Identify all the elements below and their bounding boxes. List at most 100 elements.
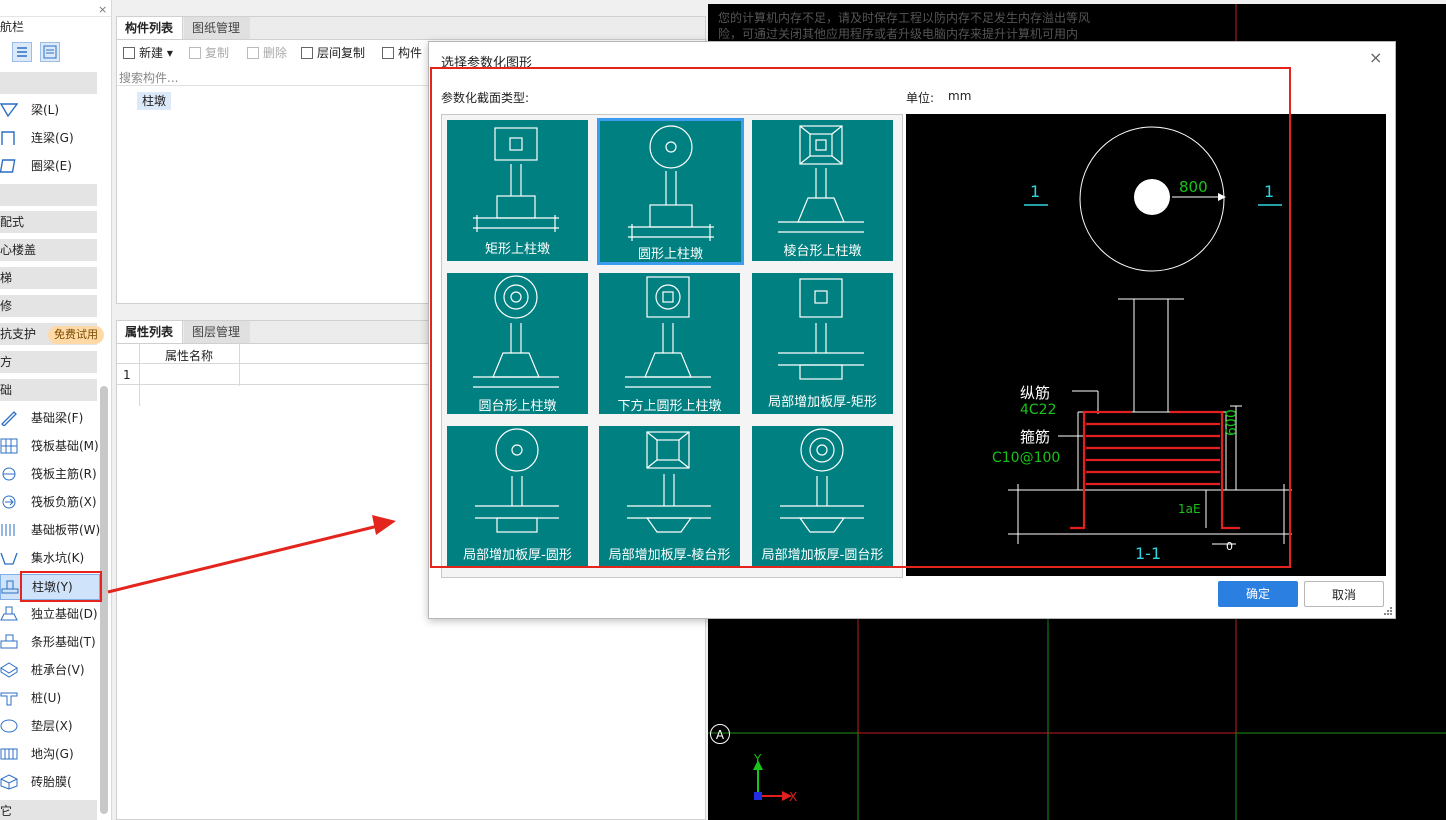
raft-main-rebar-icon <box>2 467 16 481</box>
nav-item-beam[interactable]: 梁(L) <box>0 97 100 123</box>
shape-local-thicken-cone-frustum[interactable]: 局部增加板厚-圆台形 <box>752 426 893 567</box>
tab-drawing-management[interactable]: 图纸管理 <box>184 17 250 39</box>
section-title: 1-1 <box>1135 544 1162 563</box>
anchor-length-label: 1aE <box>1178 502 1201 516</box>
row-number: 1 <box>123 368 131 382</box>
preview-drawing <box>1008 126 1292 568</box>
nav-group-blank-2[interactable] <box>0 184 97 206</box>
tab-layer-management[interactable]: 图层管理 <box>184 321 250 343</box>
component-button[interactable]: 构件 <box>382 45 422 61</box>
nav-item-foundation-beam[interactable]: 基础梁(F) <box>0 405 100 431</box>
nav-title: 导航栏 <box>0 20 25 34</box>
circle-pier-icon <box>628 125 714 241</box>
cushion-icon <box>0 719 18 733</box>
column-header-property-name: 属性名称 <box>165 349 214 363</box>
nav-item-sump-pit[interactable]: 集水坑(K) <box>0 545 100 571</box>
strip-footing-icon <box>0 634 18 649</box>
long-rebar-label: 纵筋 <box>1020 384 1051 402</box>
shape-local-thicken-frustum[interactable]: 局部增加板厚-棱台形 <box>599 426 740 567</box>
nav-group-earthwork[interactable]: 方 <box>0 351 97 373</box>
axis-marker: A <box>710 724 730 744</box>
nav-item-cushion[interactable]: 垫层(X) <box>0 713 100 739</box>
cone-frustum-pier-icon <box>473 275 559 388</box>
pile-icon <box>0 692 18 706</box>
nav-group-blank[interactable] <box>0 72 97 94</box>
sump-pit-icon <box>0 552 18 565</box>
free-trial-badge[interactable]: 免费试用 <box>48 326 104 344</box>
nav-item-trench[interactable]: 地沟(G) <box>0 741 100 767</box>
raft-foundation-icon <box>0 438 18 454</box>
pile-cap-icon <box>0 662 18 678</box>
diameter-dimension: 800 <box>1179 178 1208 196</box>
new-button[interactable]: 新建 ▾ <box>123 45 173 61</box>
zero-dimension: 0 <box>1226 540 1233 553</box>
tab-property-list[interactable]: 属性列表 <box>117 321 183 343</box>
nav-item-strip-footing[interactable]: 条形基础(T) <box>0 629 100 655</box>
nav-item-pile-cap[interactable]: 桩承台(V) <box>0 657 100 683</box>
nav-item-coupling-beam[interactable]: 连梁(G) <box>0 125 100 151</box>
ring-beam-icon <box>0 159 16 173</box>
nav-item-raft-foundation[interactable]: 筏板基础(M) <box>0 433 100 459</box>
nav-item-ring-beam[interactable]: 圈梁(E) <box>0 153 100 179</box>
foundation-beam-icon <box>1 411 17 426</box>
search-input[interactable]: 搜索构件... <box>119 69 419 85</box>
resize-grip-icon[interactable] <box>1383 606 1393 616</box>
copy-icon <box>189 47 201 59</box>
shape-square-round-column-pier[interactable]: 下方上圆形上柱墩 <box>599 273 740 414</box>
nav-group-stairs[interactable]: 梯 <box>0 267 97 289</box>
y-axis-label: Y <box>754 752 762 766</box>
nav-group-foundation[interactable]: 础 <box>0 379 97 401</box>
nav-group-decoration[interactable]: 修 <box>0 295 97 317</box>
shape-grid: 矩形上柱墩 圆形上柱墩 棱台形上柱墩 圆台形上柱墩 下方上圆形上柱墩 局部增加板… <box>441 114 903 578</box>
nav-item-brick-mold[interactable]: 砖胎膜( <box>0 769 100 795</box>
section-mark-right: 1 <box>1264 182 1275 201</box>
column-pier-icon <box>1 580 19 594</box>
delete-icon <box>247 47 259 59</box>
stirrup-label: 箍筋 <box>1020 428 1051 446</box>
component-icon <box>382 47 394 59</box>
beam-icon <box>0 103 18 118</box>
navigation-sidebar: 导航栏 × 梁(L) 连梁(G) 圈梁(E) 配式 心楼盖 梯 修 抗支护 免费… <box>0 0 112 820</box>
nav-group-other[interactable]: 它 <box>0 800 97 820</box>
cancel-button[interactable]: 取消 <box>1304 581 1384 607</box>
nav-close-icon[interactable]: × <box>98 3 107 16</box>
shape-circle-column-pier[interactable]: 圆形上柱墩 <box>597 118 744 265</box>
close-icon[interactable]: × <box>1369 48 1382 67</box>
unit-label: 单位: <box>906 91 935 105</box>
nav-item-pile[interactable]: 桩(U) <box>0 685 100 711</box>
shape-local-thicken-circle[interactable]: 局部增加板厚-圆形 <box>447 426 588 567</box>
delete-button[interactable]: 删除 <box>247 45 287 61</box>
detail-view-icon[interactable] <box>40 42 60 62</box>
tab-component-list[interactable]: 构件列表 <box>117 17 183 39</box>
nav-item-isolated-footing[interactable]: 独立基础(D) <box>0 601 100 627</box>
new-icon <box>123 47 135 59</box>
section-type-label: 参数化截面类型: <box>441 91 530 105</box>
shape-local-thicken-rect[interactable]: 局部增加板厚-矩形 <box>752 273 893 414</box>
floor-copy-icon <box>301 47 313 59</box>
long-rebar-value: 4C22 <box>1020 402 1057 418</box>
isolated-footing-icon <box>0 606 18 621</box>
nav-item-raft-negative-rebar[interactable]: 筏板负筋(X) <box>0 489 100 515</box>
shape-rect-column-pier[interactable]: 矩形上柱墩 <box>447 120 588 261</box>
section-mark-left: 1 <box>1030 182 1041 201</box>
ok-button[interactable]: 确定 <box>1218 581 1298 607</box>
copy-button[interactable]: 复制 <box>189 45 229 61</box>
brick-mold-icon <box>0 774 18 790</box>
dialog-title: 选择参数化图形 <box>441 56 533 71</box>
nav-group-assembled[interactable]: 配式 <box>0 211 97 233</box>
tree-item-column-pier[interactable]: 柱墩 <box>137 92 172 110</box>
square-round-pier-icon <box>625 276 711 388</box>
trench-icon <box>0 748 18 760</box>
floor-copy-button[interactable]: 层间复制 <box>301 45 365 61</box>
stirrup-value: C10@100 <box>992 450 1061 466</box>
nav-item-foundation-strip[interactable]: 基础板带(W) <box>0 517 100 543</box>
nav-item-raft-main-rebar[interactable]: 筏板主筋(R) <box>0 461 100 487</box>
shape-frustum-column-pier[interactable]: 棱台形上柱墩 <box>752 120 893 261</box>
list-view-icon[interactable] <box>12 42 32 62</box>
shape-cone-frustum-column-pier[interactable]: 圆台形上柱墩 <box>447 273 588 414</box>
highlight-box <box>20 571 102 602</box>
foundation-strip-icon <box>1 524 15 536</box>
unit-value: mm <box>948 89 972 103</box>
coupling-beam-icon <box>1 131 15 145</box>
nav-group-hollow-slab[interactable]: 心楼盖 <box>0 239 97 261</box>
